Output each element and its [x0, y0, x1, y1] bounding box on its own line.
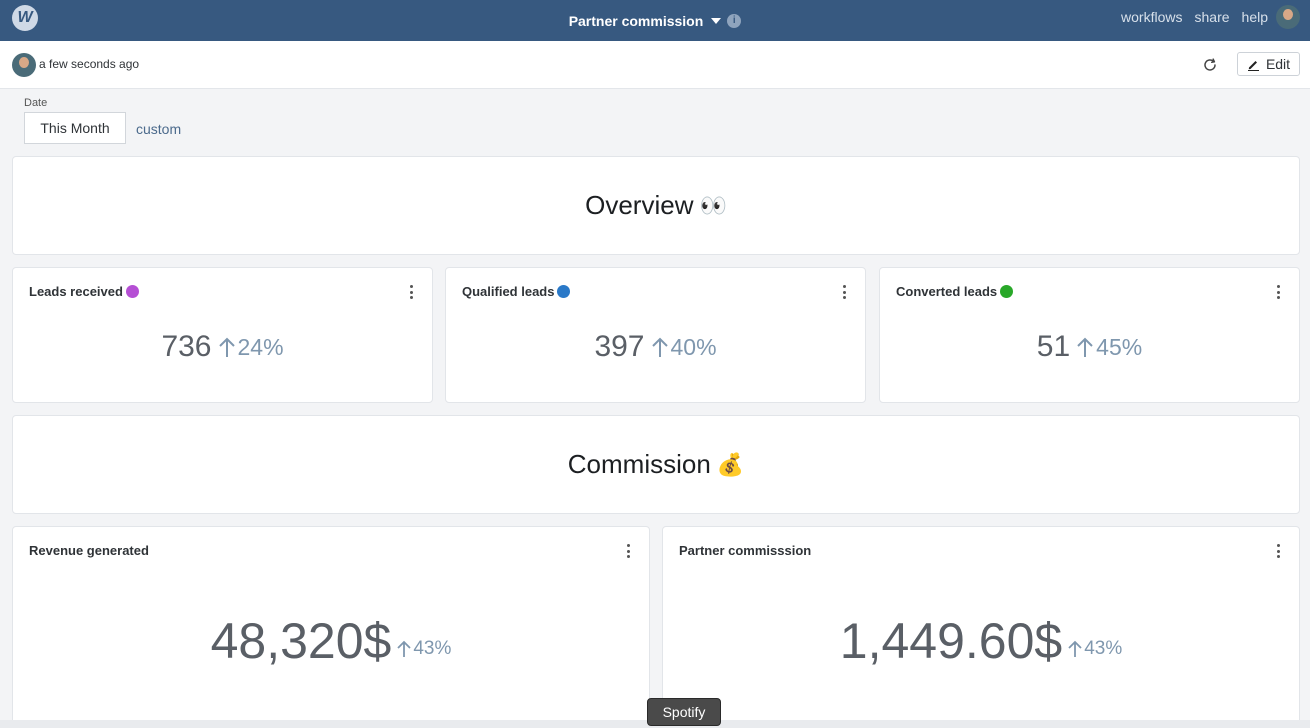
top-nav-links: workflows share help — [1121, 0, 1268, 34]
metric-value: 48,320$ — [210, 613, 392, 669]
metric-delta-value: 43% — [1084, 638, 1123, 659]
money-bag-icon: 💰 — [716, 451, 745, 477]
user-avatar[interactable] — [1276, 5, 1300, 29]
pencil-icon — [1247, 60, 1259, 71]
metric-row: 48,320$ 43% — [13, 612, 649, 670]
partner-commission-card: Partner commisssion 1,449.60$ 43% — [662, 526, 1300, 726]
metric-value: 397 — [594, 330, 645, 363]
metric-title: Qualified leads — [462, 284, 571, 299]
metric-row: 51 45% — [880, 330, 1299, 364]
metric-delta: 45% — [1076, 334, 1142, 361]
top-navbar: W Partner commission i workflows share h… — [0, 0, 1310, 41]
metric-value: 1,449.60$ — [839, 613, 1063, 669]
card-menu-icon[interactable] — [1277, 544, 1281, 558]
arrow-up-icon — [218, 337, 235, 357]
metric-value: 736 — [161, 330, 212, 363]
commission-heading: Commission — [567, 449, 711, 479]
date-filter-custom-link[interactable]: custom — [136, 121, 181, 137]
metric-delta-value: 40% — [670, 333, 717, 360]
metric-title-text: Qualified leads — [462, 284, 555, 299]
arrow-up-icon — [397, 640, 411, 657]
metric-row: 736 24% — [13, 330, 432, 364]
date-filter-this-month[interactable]: This Month — [24, 112, 126, 144]
chevron-down-icon — [711, 17, 722, 24]
commission-heading-card: Commission 💰 — [12, 415, 1300, 514]
metric-title-text: Converted leads — [896, 284, 998, 299]
metric-title: Converted leads — [896, 284, 1014, 299]
dashboard-title: Partner commission — [568, 12, 704, 29]
arrow-up-icon — [1077, 337, 1093, 357]
card-menu-icon[interactable] — [410, 285, 414, 299]
edit-button[interactable]: Edit — [1237, 52, 1300, 76]
converted-leads-card: Converted leads 51 45% — [879, 267, 1300, 403]
metric-delta-value: 43% — [413, 638, 452, 659]
metric-row: 1,449.60$ 43% — [663, 612, 1299, 670]
metric-title-text: Leads received — [29, 284, 123, 299]
workflows-link[interactable]: workflows — [1121, 9, 1182, 25]
card-menu-icon[interactable] — [1277, 285, 1281, 299]
author-avatar — [12, 53, 36, 77]
metric-row: 397 40% — [446, 330, 865, 364]
card-menu-icon[interactable] — [843, 285, 847, 299]
info-icon[interactable]: i — [727, 13, 742, 28]
eyes-icon: 👀 — [699, 192, 727, 218]
refresh-icon[interactable] — [1201, 56, 1219, 74]
edit-button-label: Edit — [1265, 56, 1291, 72]
metric-title: Leads received — [29, 284, 139, 299]
metric-delta-value: 45% — [1096, 333, 1143, 360]
green-circle-icon — [1000, 285, 1014, 298]
overview-heading: Overview — [585, 190, 694, 220]
leads-received-card: Leads received 736 24% — [12, 267, 433, 403]
blue-circle-icon — [557, 285, 571, 298]
help-link[interactable]: help — [1242, 9, 1268, 25]
metric-title: Partner commisssion — [679, 543, 811, 558]
share-link[interactable]: share — [1195, 9, 1230, 25]
date-filter-label: Date — [24, 97, 48, 109]
metric-delta: 43% — [397, 638, 451, 660]
metric-delta: 43% — [1068, 638, 1122, 660]
card-menu-icon[interactable] — [627, 544, 631, 558]
arrow-up-icon — [1068, 640, 1082, 657]
metric-delta: 24% — [218, 334, 284, 361]
purple-circle-icon — [125, 285, 139, 298]
metric-delta-value: 24% — [237, 333, 284, 360]
metric-delta: 40% — [651, 334, 717, 361]
last-updated-text: a few seconds ago — [39, 57, 140, 71]
spotify-tooltip: Spotify — [647, 698, 721, 726]
metric-title: Revenue generated — [29, 543, 149, 558]
dashboard-subheader: a few seconds ago Edit — [0, 41, 1310, 89]
metric-value: 51 — [1036, 330, 1071, 363]
metric-title-text: Partner commisssion — [679, 543, 812, 558]
revenue-generated-card: Revenue generated 48,320$ 43% — [12, 526, 650, 726]
dashboard-title-dropdown[interactable]: Partner commission i — [0, 0, 1310, 41]
arrow-up-icon — [651, 337, 668, 357]
metric-title-text: Revenue generated — [29, 543, 149, 558]
overview-heading-card: Overview 👀 — [12, 156, 1300, 255]
qualified-leads-card: Qualified leads 397 40% — [445, 267, 866, 403]
